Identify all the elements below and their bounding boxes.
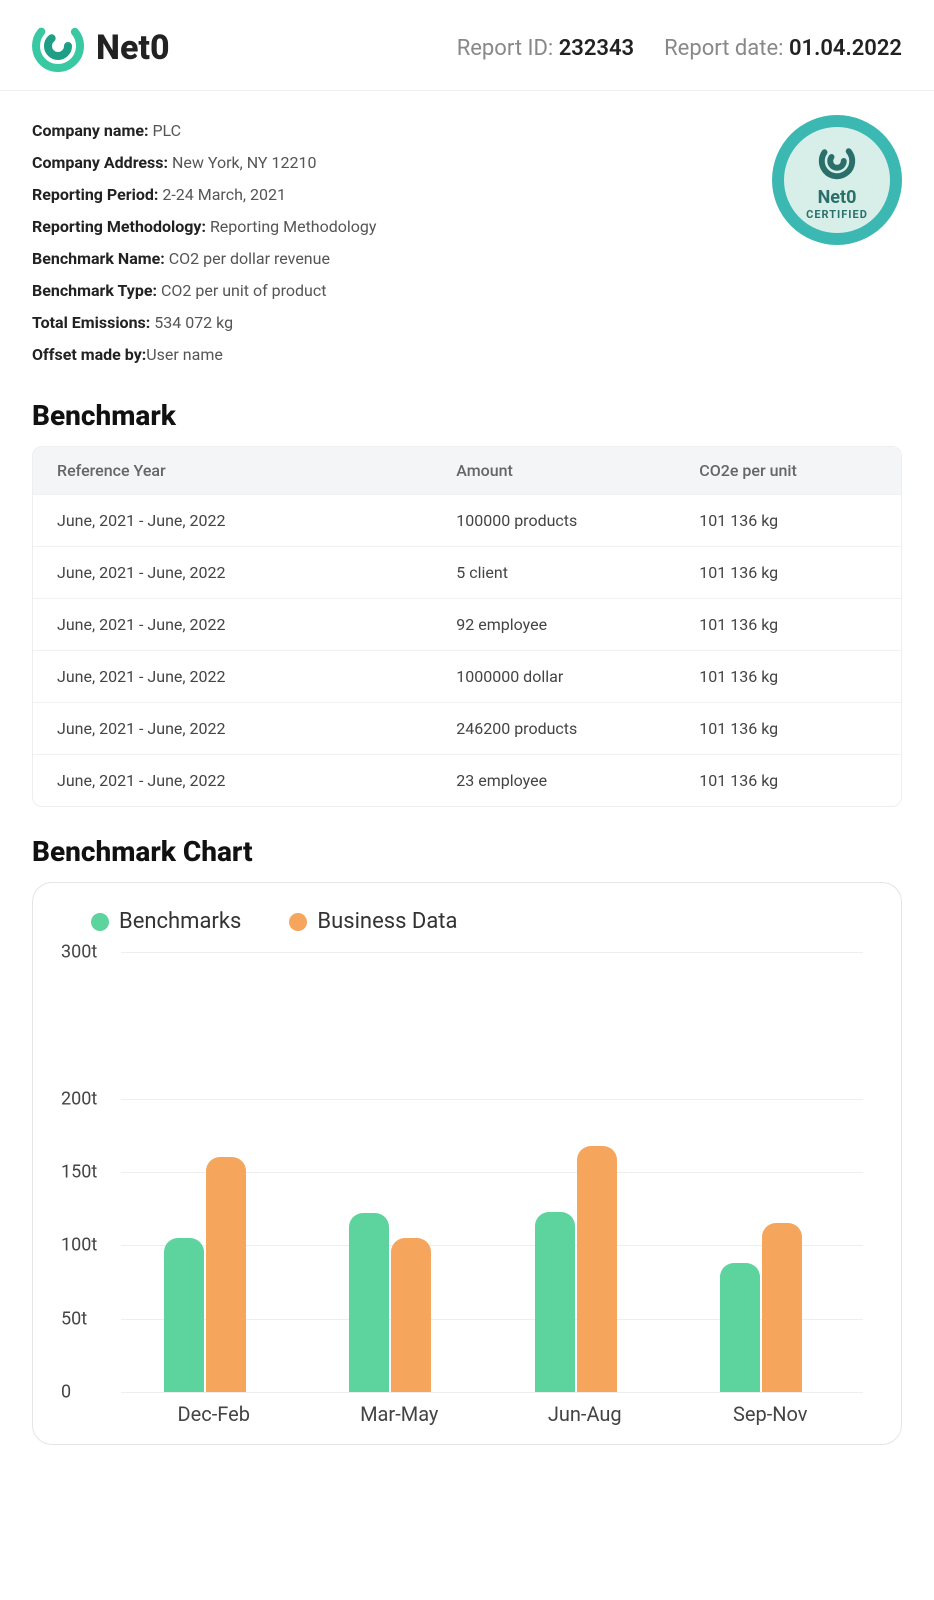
y-tick-label: 50t bbox=[61, 1308, 115, 1329]
bar bbox=[206, 1157, 246, 1392]
cell-reference-year: June, 2021 - June, 2022 bbox=[33, 754, 432, 806]
cell-reference-year: June, 2021 - June, 2022 bbox=[33, 650, 432, 702]
badge-text: CERTIFIED bbox=[806, 208, 868, 221]
cell-co2e: 101 136 kg bbox=[675, 754, 901, 806]
y-tick-label: 200t bbox=[61, 1088, 115, 1109]
offset-by-label: Offset made by: bbox=[32, 345, 146, 364]
company-name-value: PLC bbox=[152, 121, 181, 140]
chart-x-axis: Dec-Feb Mar-May Jun-Aug Sep-Nov bbox=[121, 1402, 863, 1426]
cell-co2e: 101 136 kg bbox=[675, 702, 901, 754]
cell-reference-year: June, 2021 - June, 2022 bbox=[33, 702, 432, 754]
reporting-method-label: Reporting Methodology: bbox=[32, 217, 206, 236]
bars-container bbox=[121, 952, 863, 1392]
cell-reference-year: June, 2021 - June, 2022 bbox=[33, 598, 432, 650]
total-emissions-value: 534 072 kg bbox=[154, 313, 233, 332]
legend-item-benchmarks: Benchmarks bbox=[91, 909, 241, 934]
table-row: June, 2021 - June, 202292 employee101 13… bbox=[33, 598, 901, 650]
cell-amount: 92 employee bbox=[432, 598, 675, 650]
table-row: June, 2021 - June, 20225 client101 136 k… bbox=[33, 546, 901, 598]
chart-legend: Benchmarks Business Data bbox=[61, 903, 873, 952]
table-row: June, 2021 - June, 2022100000 products10… bbox=[33, 494, 901, 546]
page-header: Net0 Report ID: 232343 Report date: 01.0… bbox=[0, 0, 934, 91]
bar bbox=[391, 1238, 431, 1392]
report-date: Report date: 01.04.2022 bbox=[664, 36, 902, 61]
cell-amount: 5 client bbox=[432, 546, 675, 598]
bar bbox=[349, 1213, 389, 1392]
bar-group bbox=[535, 1146, 635, 1392]
bar-group bbox=[164, 1157, 264, 1392]
table-row: June, 2021 - June, 202223 employee101 13… bbox=[33, 754, 901, 806]
badge-logo-icon bbox=[815, 139, 859, 183]
table-header-reference-year: Reference Year bbox=[33, 447, 432, 494]
cell-co2e: 101 136 kg bbox=[675, 598, 901, 650]
legend-label-benchmarks: Benchmarks bbox=[119, 909, 241, 934]
badge-brand: Net0 bbox=[818, 187, 857, 208]
x-tick-label: Jun-Aug bbox=[535, 1402, 635, 1426]
legend-dot-icon bbox=[289, 913, 307, 931]
bar-group bbox=[720, 1223, 820, 1392]
total-emissions-label: Total Emissions: bbox=[32, 313, 150, 332]
benchmark-type-value: CO2 per unit of product bbox=[161, 281, 326, 300]
report-id: Report ID: 232343 bbox=[457, 36, 634, 61]
legend-dot-icon bbox=[91, 913, 109, 931]
cell-amount: 1000000 dollar bbox=[432, 650, 675, 702]
benchmark-table: Reference Year Amount CO2e per unit June… bbox=[32, 446, 902, 807]
certified-badge: Net0 CERTIFIED bbox=[772, 115, 902, 245]
benchmark-name-label: Benchmark Name: bbox=[32, 249, 165, 268]
y-tick-label: 0 bbox=[61, 1382, 115, 1403]
table-row: June, 2021 - June, 20221000000 dollar101… bbox=[33, 650, 901, 702]
x-tick-label: Dec-Feb bbox=[164, 1402, 264, 1426]
cell-reference-year: June, 2021 - June, 2022 bbox=[33, 494, 432, 546]
cell-co2e: 101 136 kg bbox=[675, 650, 901, 702]
bar bbox=[762, 1223, 802, 1392]
report-date-value: 01.04.2022 bbox=[789, 36, 902, 61]
bar bbox=[577, 1146, 617, 1392]
benchmark-chart: Benchmarks Business Data 050t100t150t200… bbox=[32, 882, 902, 1445]
bar bbox=[535, 1212, 575, 1392]
cell-co2e: 101 136 kg bbox=[675, 494, 901, 546]
brand-logo-icon bbox=[32, 20, 84, 76]
bar bbox=[164, 1238, 204, 1392]
y-tick-label: 300t bbox=[61, 942, 115, 963]
x-tick-label: Mar-May bbox=[349, 1402, 449, 1426]
legend-label-business-data: Business Data bbox=[317, 909, 457, 934]
y-tick-label: 150t bbox=[61, 1162, 115, 1183]
offset-by-value: User name bbox=[146, 345, 223, 364]
table-header-amount: Amount bbox=[432, 447, 675, 494]
bar-group bbox=[349, 1213, 449, 1392]
table-header-co2e: CO2e per unit bbox=[675, 447, 901, 494]
chart-plot-area: 050t100t150t200t300t bbox=[121, 952, 863, 1392]
cell-amount: 23 employee bbox=[432, 754, 675, 806]
cell-reference-year: June, 2021 - June, 2022 bbox=[33, 546, 432, 598]
company-name-label: Company name: bbox=[32, 121, 148, 140]
report-date-label: Report date: bbox=[664, 36, 783, 61]
report-id-label: Report ID: bbox=[457, 36, 554, 61]
header-meta: Report ID: 232343 Report date: 01.04.202… bbox=[457, 36, 902, 61]
brand: Net0 bbox=[32, 20, 170, 76]
brand-name: Net0 bbox=[96, 28, 170, 68]
table-header-row: Reference Year Amount CO2e per unit bbox=[33, 447, 901, 494]
benchmark-name-value: CO2 per dollar revenue bbox=[169, 249, 330, 268]
reporting-method-value: Reporting Methodology bbox=[210, 217, 377, 236]
benchmark-section-title: Benchmark bbox=[32, 399, 902, 432]
reporting-period-label: Reporting Period: bbox=[32, 185, 158, 204]
report-id-value: 232343 bbox=[559, 36, 634, 61]
company-address-label: Company Address: bbox=[32, 153, 168, 172]
cell-amount: 100000 products bbox=[432, 494, 675, 546]
cell-co2e: 101 136 kg bbox=[675, 546, 901, 598]
chart-section-title: Benchmark Chart bbox=[32, 835, 902, 868]
y-tick-label: 100t bbox=[61, 1235, 115, 1256]
cell-amount: 246200 products bbox=[432, 702, 675, 754]
table-row: June, 2021 - June, 2022246200 products10… bbox=[33, 702, 901, 754]
reporting-period-value: 2-24 March, 2021 bbox=[162, 185, 286, 204]
company-info-list: Company name: PLC Company Address: New Y… bbox=[32, 115, 376, 371]
grid-line bbox=[121, 1392, 863, 1393]
benchmark-type-label: Benchmark Type: bbox=[32, 281, 157, 300]
legend-item-business-data: Business Data bbox=[289, 909, 457, 934]
x-tick-label: Sep-Nov bbox=[720, 1402, 820, 1426]
bar bbox=[720, 1263, 760, 1392]
company-info-block: Company name: PLC Company Address: New Y… bbox=[32, 115, 902, 371]
company-address-value: New York, NY 12210 bbox=[172, 153, 317, 172]
